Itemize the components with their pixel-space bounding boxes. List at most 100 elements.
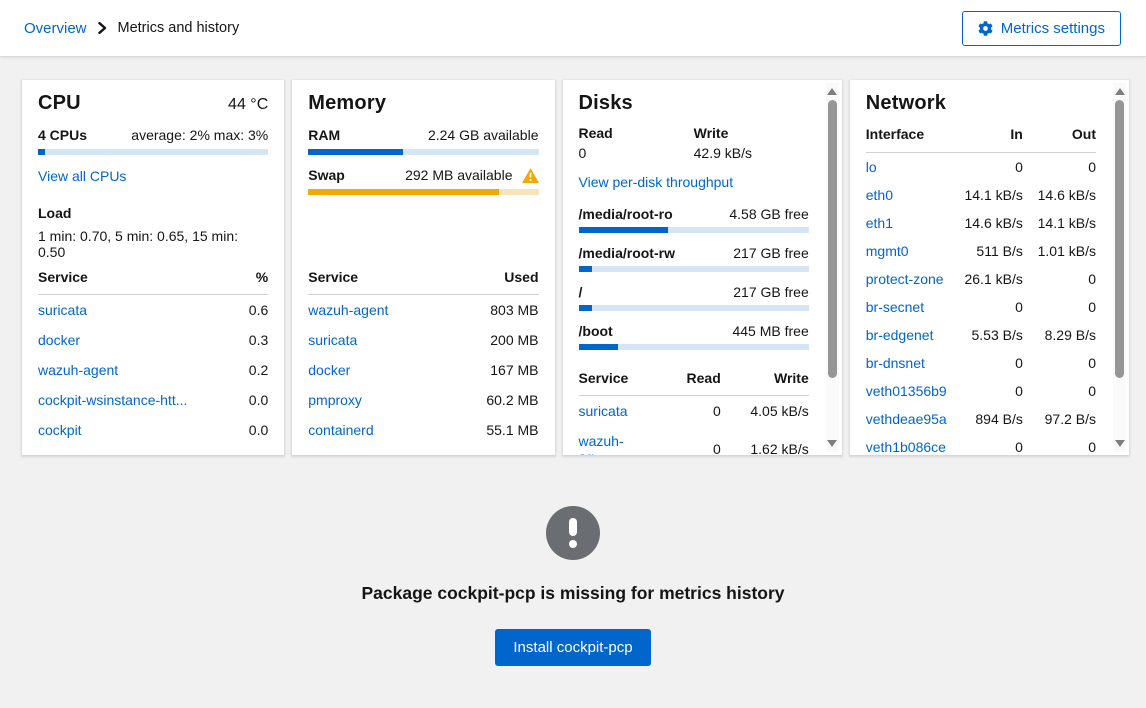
table-row: wazuh-agent 0.2	[38, 355, 268, 385]
table-row: veth1b086ce 0 0	[866, 433, 1096, 455]
interface-link[interactable]: eth0	[866, 187, 893, 203]
page-header: Overview Metrics and history Metrics set…	[0, 0, 1146, 57]
service-write-cell: 4.05 kB/s	[721, 396, 809, 427]
service-link[interactable]: docker	[38, 332, 80, 348]
interface-link[interactable]: mgmt0	[866, 243, 909, 259]
service-link[interactable]: pmproxy	[308, 392, 362, 408]
interface-out-cell: 0	[1023, 265, 1096, 293]
interface-out-cell: 0	[1023, 433, 1096, 455]
free-space: 445 MB free	[732, 323, 808, 339]
service-link[interactable]: wazuh-ag...	[579, 433, 629, 455]
exclamation-circle-icon	[546, 506, 600, 560]
service-name-cell: docker	[38, 325, 242, 355]
interface-link[interactable]: br-edgenet	[866, 327, 934, 343]
service-name-cell: containerd	[308, 415, 448, 445]
disks-table-header-service: Service	[579, 364, 629, 396]
scroll-up-icon[interactable]	[1115, 88, 1125, 95]
ram-label: RAM	[308, 127, 340, 143]
ram-progressbar	[308, 149, 538, 155]
interface-name-cell: lo	[866, 153, 947, 182]
swap-progressbar	[308, 189, 538, 195]
memory-card-title: Memory	[308, 92, 386, 115]
disks-table-header-write: Write	[721, 364, 809, 396]
cpu-table-header-service: Service	[38, 263, 242, 295]
table-row: eth0 14.1 kB/s 14.6 kB/s	[866, 181, 1096, 209]
service-value-cell: 0.6	[242, 295, 269, 326]
service-link[interactable]: wazuh-agent	[38, 362, 118, 378]
table-row: veth01356b9 0 0	[866, 377, 1096, 405]
network-table-header-interface: Interface	[866, 121, 947, 153]
disks-scrollbar[interactable]	[826, 83, 839, 452]
memory-table-header-used: Used	[448, 263, 539, 295]
interface-in-cell: 5.53 B/s	[947, 321, 1023, 349]
install-cockpit-pcp-button[interactable]: Install cockpit-pcp	[495, 629, 650, 666]
service-link[interactable]: wazuh-agent	[308, 302, 388, 318]
service-value-cell: 60.2 MB	[448, 385, 539, 415]
swap-progress-fill	[308, 189, 499, 195]
interface-in-cell: 511 B/s	[947, 237, 1023, 265]
filesystem-row: / 217 GB free	[579, 284, 809, 311]
service-name-cell: cockpit-wsinstance-htt...	[38, 385, 242, 415]
filesystem-row: /media/root-rw 217 GB free	[579, 245, 809, 272]
scroll-up-icon[interactable]	[827, 88, 837, 95]
interface-link[interactable]: br-secnet	[866, 299, 924, 315]
service-name-cell: wazuh-agent	[38, 355, 242, 385]
table-row: containerd 55.1 MB	[308, 415, 538, 445]
service-link[interactable]: suricata	[579, 403, 628, 419]
filesystem-progress-fill	[579, 305, 593, 311]
per-disk-throughput-link[interactable]: View per-disk throughput	[579, 174, 734, 190]
interface-in-cell: 0	[947, 293, 1023, 321]
service-link[interactable]: cockpit	[38, 422, 82, 438]
interface-name-cell: protect-zone	[866, 265, 947, 293]
interface-in-cell: 894 B/s	[947, 405, 1023, 433]
scroll-thumb[interactable]	[828, 100, 837, 378]
disks-card-title: Disks	[579, 92, 633, 115]
interface-link[interactable]: vethdeae95a	[866, 411, 947, 427]
table-row: lo 0 0	[866, 153, 1096, 182]
view-all-cpus-link[interactable]: View all CPUs	[38, 168, 126, 184]
memory-table-header-service: Service	[308, 263, 448, 295]
interface-link[interactable]: veth01356b9	[866, 383, 947, 399]
filesystem-progress-fill	[579, 266, 593, 272]
table-row: wazuh-ag... 0 1.62 kB/s	[579, 426, 809, 455]
interface-in-cell: 14.1 kB/s	[947, 181, 1023, 209]
interface-link[interactable]: protect-zone	[866, 271, 944, 287]
interface-link[interactable]: lo	[866, 159, 877, 175]
table-row: eth1 14.6 kB/s 14.1 kB/s	[866, 209, 1096, 237]
service-link[interactable]: suricata	[38, 302, 87, 318]
interface-link[interactable]: veth1b086ce	[866, 439, 946, 455]
service-value-cell: 0.0	[242, 385, 269, 415]
interface-name-cell: br-secnet	[866, 293, 947, 321]
interface-out-cell: 14.6 kB/s	[1023, 181, 1096, 209]
chevron-right-icon	[98, 22, 107, 34]
service-value-cell: 0.3	[242, 325, 269, 355]
mount-point: /boot	[579, 323, 613, 339]
network-scrollbar[interactable]	[1113, 83, 1126, 452]
scroll-thumb[interactable]	[1115, 100, 1124, 378]
service-link[interactable]: suricata	[308, 332, 357, 348]
interface-link[interactable]: eth1	[866, 215, 893, 231]
network-table-header-in: In	[947, 121, 1023, 153]
cpu-card: CPU 44 °C 4 CPUs average: 2% max: 3% Vie…	[22, 80, 284, 455]
service-link[interactable]: cockpit-wsinstance-htt...	[38, 392, 187, 408]
table-row: suricata 0.6	[38, 295, 268, 326]
scroll-down-icon[interactable]	[827, 440, 837, 447]
interface-name-cell: br-dnsnet	[866, 349, 947, 377]
scroll-down-icon[interactable]	[1115, 440, 1125, 447]
ram-available: 2.24 GB available	[428, 127, 539, 143]
service-link[interactable]: containerd	[308, 422, 373, 438]
metrics-settings-button[interactable]: Metrics settings	[962, 11, 1121, 46]
load-label: Load	[38, 205, 268, 221]
service-link[interactable]: docker	[308, 362, 350, 378]
metrics-history-empty-state: Package cockpit-pcp is missing for metri…	[0, 506, 1146, 666]
table-row: mgmt0 511 B/s 1.01 kB/s	[866, 237, 1096, 265]
breadcrumb: Overview Metrics and history	[24, 20, 239, 37]
metrics-settings-label: Metrics settings	[1001, 20, 1105, 37]
disks-read-label: Read	[579, 125, 694, 141]
network-card: Network Interface In Out lo 0	[850, 80, 1129, 455]
service-write-cell: 1.62 kB/s	[721, 426, 809, 455]
network-table-header-out: Out	[1023, 121, 1096, 153]
service-name-cell: cockpit	[38, 415, 242, 445]
interface-link[interactable]: br-dnsnet	[866, 355, 925, 371]
breadcrumb-overview-link[interactable]: Overview	[24, 20, 87, 37]
